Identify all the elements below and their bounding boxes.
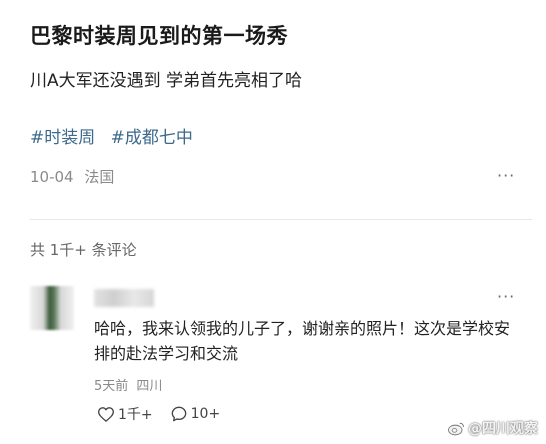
avatar[interactable] bbox=[30, 286, 74, 330]
comment-meta: 5天前 四川 bbox=[94, 375, 162, 394]
hashtag-list: #时装周 #成都七中 bbox=[30, 123, 203, 148]
post-body-text: 川A大军还没遇到 学弟首先亮相了哈 bbox=[30, 71, 303, 91]
like-button[interactable]: 1千+ bbox=[98, 404, 153, 424]
hashtag-link[interactable]: #时装周 bbox=[30, 128, 95, 148]
comment-time: 5天前 bbox=[94, 379, 129, 394]
divider bbox=[30, 219, 532, 220]
post-title: 巴黎时装周见到的第一场秀 bbox=[30, 24, 288, 48]
post-location: 法国 bbox=[84, 168, 115, 186]
weibo-logo-icon bbox=[448, 422, 465, 435]
post-meta: 10-04 法国 bbox=[30, 166, 114, 187]
comment-more-button[interactable]: ··· bbox=[497, 287, 515, 306]
like-count: 1千+ bbox=[118, 407, 153, 423]
hashtag-link[interactable]: #成都七中 bbox=[111, 128, 193, 148]
comment-location: 四川 bbox=[136, 379, 163, 394]
post-more-button[interactable]: ··· bbox=[497, 166, 515, 185]
watermark-text: @四川观察 bbox=[468, 421, 538, 437]
username-blurred[interactable] bbox=[94, 289, 154, 307]
post-date: 10-04 bbox=[30, 168, 74, 186]
heart-icon bbox=[98, 406, 114, 422]
reply-count: 10+ bbox=[190, 406, 221, 422]
reply-button[interactable]: 10+ bbox=[171, 406, 221, 422]
comment-count: 共 1千+ 条评论 bbox=[30, 241, 137, 259]
watermark: @四川观察 bbox=[447, 418, 538, 438]
comment-text: 哈哈，我来认领我的儿子了，谢谢亲的照片！这次是学校安排的赴法学习和交流 bbox=[94, 319, 511, 363]
comment-actions: 1千+ 10+ bbox=[98, 404, 238, 424]
comment-bubble-icon bbox=[171, 406, 186, 422]
